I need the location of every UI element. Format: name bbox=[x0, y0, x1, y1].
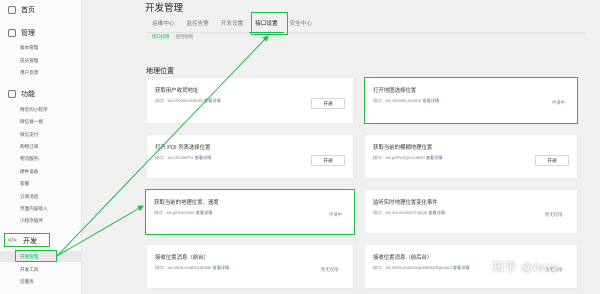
sidebar-group-features[interactable]: 功能 bbox=[0, 87, 82, 101]
sidebar-item-label: 物流服务 bbox=[20, 156, 39, 161]
sidebar-item-content[interactable]: 页面内容接入 bbox=[0, 203, 82, 214]
sidebar-item-plugins[interactable]: 小程序插件 bbox=[0, 215, 82, 226]
card-status: 暂无权限 › bbox=[544, 212, 565, 217]
sidebar-group-label: 功能 bbox=[21, 91, 35, 98]
card-status: 申请中 bbox=[551, 100, 565, 105]
detail-link[interactable]: 查看详情 bbox=[196, 210, 213, 215]
watermark: 知乎 @fairy bbox=[492, 260, 559, 274]
card-api: 接口：wx.getLocation 查看详情 bbox=[154, 210, 213, 215]
card-title: 接收位置消息（前台） bbox=[155, 255, 209, 261]
new-dot: • bbox=[38, 156, 40, 161]
highlight-box-dev-manage bbox=[15, 250, 57, 262]
detail-link[interactable]: 查看详情 bbox=[422, 98, 439, 103]
card-api: 接口：wx.chooseAddress 查看详情 bbox=[155, 98, 221, 103]
tab-monitor[interactable]: 监控告警 bbox=[180, 15, 214, 33]
api-card: 打开 POI 列表选择位置 接口：wx.choosePoi 查看详情 开通 bbox=[146, 134, 354, 179]
api-card: 监听实时地理位置变化事件 接口：wx.onLocationChange 查看详情… bbox=[364, 189, 578, 234]
card-title: 监听实时地理位置变化事件 bbox=[373, 200, 438, 206]
card-status: 暂无权限 › bbox=[320, 267, 341, 272]
card-api: 接口：wx.choosePoi 查看详情 bbox=[155, 155, 212, 160]
detail-link[interactable]: 查看详情 bbox=[428, 210, 445, 215]
features-icon bbox=[8, 90, 16, 98]
enable-button[interactable]: 开通 bbox=[311, 155, 345, 166]
sidebar-group-manage[interactable]: 管理 bbox=[0, 26, 82, 40]
card-title: 打开 POI 列表选择位置 bbox=[155, 145, 211, 151]
detail-link[interactable]: 查看详情 bbox=[195, 155, 212, 160]
tab-bar: 运维中心 监控告警 开发设置 接口设置 安全中心 bbox=[146, 15, 586, 33]
enable-button[interactable]: 开通 bbox=[311, 98, 345, 109]
section-title: 地理位置 bbox=[146, 68, 174, 75]
card-title: 获取当前的模糊地理位置 bbox=[373, 145, 433, 151]
chevron-right-icon: › bbox=[563, 268, 565, 272]
api-card: 获取当前的模糊地理位置 接口：wx.getFuzzyLocation 查看详情 … bbox=[364, 134, 578, 179]
detail-link[interactable]: 查看详情 bbox=[204, 98, 221, 103]
card-title: 获取当前的地理位置、速度 bbox=[154, 200, 219, 206]
sidebar-item-logistics[interactable]: 物流服务• bbox=[0, 153, 82, 164]
sidebar-item-pay[interactable]: 微信支付 bbox=[0, 129, 82, 140]
card-title: 接收位置消息（前后台） bbox=[373, 255, 433, 261]
card-title: 获取用户收货地址 bbox=[155, 88, 199, 94]
card-title: 打开地图选择位置 bbox=[373, 88, 417, 94]
sidebar-item-service[interactable]: 客服 bbox=[0, 178, 82, 189]
sidebar-item-version[interactable]: 版本管理 bbox=[0, 42, 82, 53]
sidebar-item-hardware[interactable]: 硬件设备 bbox=[0, 166, 82, 177]
detail-link[interactable]: 查看详情 bbox=[213, 265, 230, 270]
subtab-permissions[interactable]: 接口权限 bbox=[152, 34, 170, 40]
detail-link[interactable]: 查看详情 bbox=[426, 155, 443, 160]
sidebar-group-label: 首页 bbox=[21, 7, 35, 14]
tab-dev-settings[interactable]: 开发设置 bbox=[215, 15, 249, 33]
sidebar-item-search[interactable]: 微信搜一搜 bbox=[0, 116, 82, 127]
sidebar-item-cloud[interactable]: 云服务 bbox=[0, 276, 82, 287]
subtab-limits[interactable]: 使用限制 bbox=[176, 34, 194, 40]
enable-button[interactable]: 开通 bbox=[535, 155, 569, 166]
sidebar-group-label: 管理 bbox=[21, 30, 35, 37]
card-api: 接口：wx.startLocationUpdate 查看详情 bbox=[155, 265, 230, 270]
sidebar-item-nearby[interactable]: 附近的小程序 bbox=[0, 104, 82, 115]
card-api: 接口：wx.getFuzzyLocation 查看详情 bbox=[373, 155, 443, 160]
card-api: 接口：wx.chooseLocation 查看详情 bbox=[373, 98, 440, 103]
card-api: 接口：wx.startLocationUpdateBackground 查看详情 bbox=[373, 265, 470, 270]
subtab-bar: 接口权限 使用限制 bbox=[152, 34, 193, 40]
sidebar-item-orders[interactable]: 购物订单 bbox=[0, 141, 82, 152]
tab-security[interactable]: 安全中心 bbox=[284, 15, 318, 33]
highlight-box-dev bbox=[4, 233, 50, 247]
card-api: 接口：wx.onLocationChange 查看详情 bbox=[373, 210, 445, 215]
detail-link[interactable]: 查看详情 bbox=[453, 265, 470, 270]
highlight-box-api-tab bbox=[251, 12, 288, 35]
sidebar-item-subscribe[interactable]: 订阅消息 bbox=[0, 191, 82, 202]
chevron-right-icon: › bbox=[339, 268, 341, 272]
sidebar-item-feedback[interactable]: 用户反馈 bbox=[0, 67, 82, 78]
sidebar-item-members[interactable]: 成员管理 bbox=[0, 55, 82, 66]
api-card: 获取当前的地理位置、速度 接口：wx.getLocation 查看详情 申请中 bbox=[145, 189, 355, 235]
card-status: 申请中 bbox=[328, 212, 342, 217]
manage-icon bbox=[8, 29, 16, 37]
sidebar-group-home[interactable]: 首页 bbox=[0, 3, 82, 17]
home-icon bbox=[8, 6, 16, 14]
api-card: 接收位置消息（前台） 接口：wx.startLocationUpdate 查看详… bbox=[146, 244, 354, 289]
chevron-right-icon: › bbox=[563, 213, 565, 217]
sidebar-item-dev-tools[interactable]: 开发工具 bbox=[0, 264, 82, 275]
api-card: 获取用户收货地址 接口：wx.chooseAddress 查看详情 开通 bbox=[146, 77, 354, 124]
page-title: 开发管理 bbox=[145, 3, 184, 14]
tab-ops[interactable]: 运维中心 bbox=[146, 15, 180, 33]
api-card: 打开地图选择位置 接口：wx.chooseLocation 查看详情 申请中 bbox=[364, 77, 578, 124]
